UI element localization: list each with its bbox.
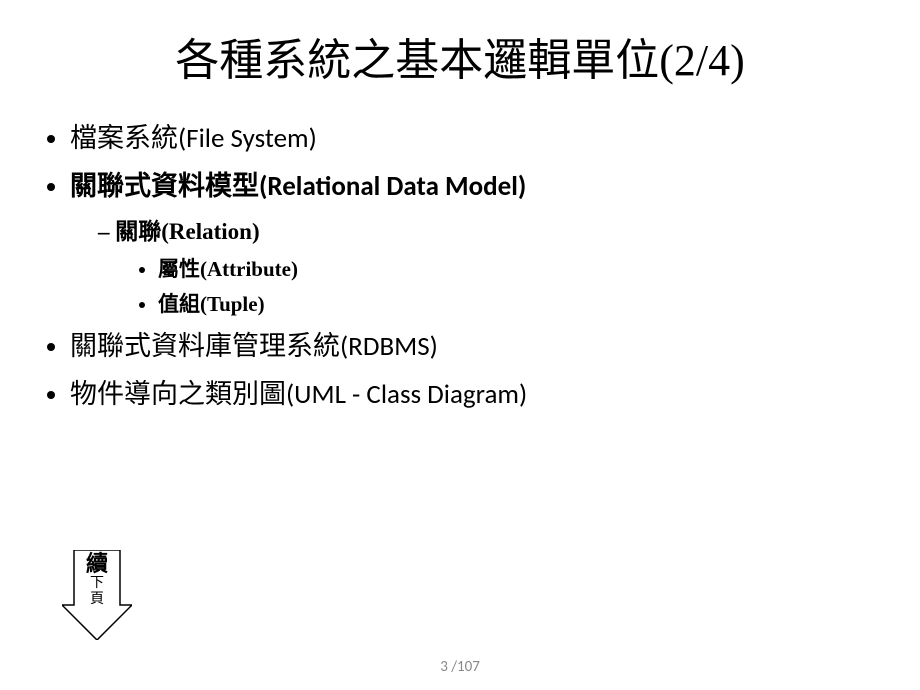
bullet-text: 檔案系統(File System)	[70, 122, 317, 155]
bullet-tuple: 值組(Tuple)	[158, 288, 880, 321]
slide: 各種系統之基本邏輯單位(2/4) 檔案系統(File System) 關聯式資料…	[0, 0, 920, 690]
bullet-text: 物件導向之類別圖(UML - Class Diagram)	[70, 378, 527, 411]
bullet-file-system: 檔案系統(File System)	[70, 118, 880, 160]
bullet-relational-model: 關聯式資料模型(Relational Data Model) 關聯(Relati…	[70, 166, 880, 321]
bullet-relation: 關聯(Relation) 屬性(Attribute) 值組(Tuple)	[98, 214, 880, 321]
bullet-text: 關聯(Relation)	[115, 219, 259, 244]
down-arrow-icon	[62, 550, 132, 640]
bullet-text: 屬性(Attribute)	[158, 257, 298, 281]
bullet-attribute: 屬性(Attribute)	[158, 253, 880, 286]
watermark-dot: .	[414, 334, 417, 345]
slide-title: 各種系統之基本邏輯單位(2/4)	[40, 24, 880, 88]
bullet-uml: 物件導向之類別圖(UML - Class Diagram)	[70, 374, 880, 416]
page-current: 3	[440, 658, 448, 676]
page-sep: /	[448, 658, 457, 676]
sublist: 關聯(Relation) 屬性(Attribute) 值組(Tuple)	[98, 214, 880, 321]
bullet-text: 關聯式資料庫管理系統(RDBMS)	[70, 330, 438, 363]
continue-arrow: 續 下 頁	[62, 550, 132, 640]
page-total: 107	[457, 658, 480, 676]
page-number: 3 /107	[0, 658, 920, 676]
bullet-list: 檔案系統(File System) 關聯式資料模型(Relational Dat…	[70, 118, 880, 416]
bullet-text: 關聯式資料模型(Relational Data Model)	[70, 170, 526, 203]
bullet-rdbms: 關聯式資料庫管理系統(RDBMS)	[70, 326, 880, 368]
subsublist: 屬性(Attribute) 值組(Tuple)	[158, 253, 880, 320]
bullet-text: 值組(Tuple)	[158, 292, 265, 316]
